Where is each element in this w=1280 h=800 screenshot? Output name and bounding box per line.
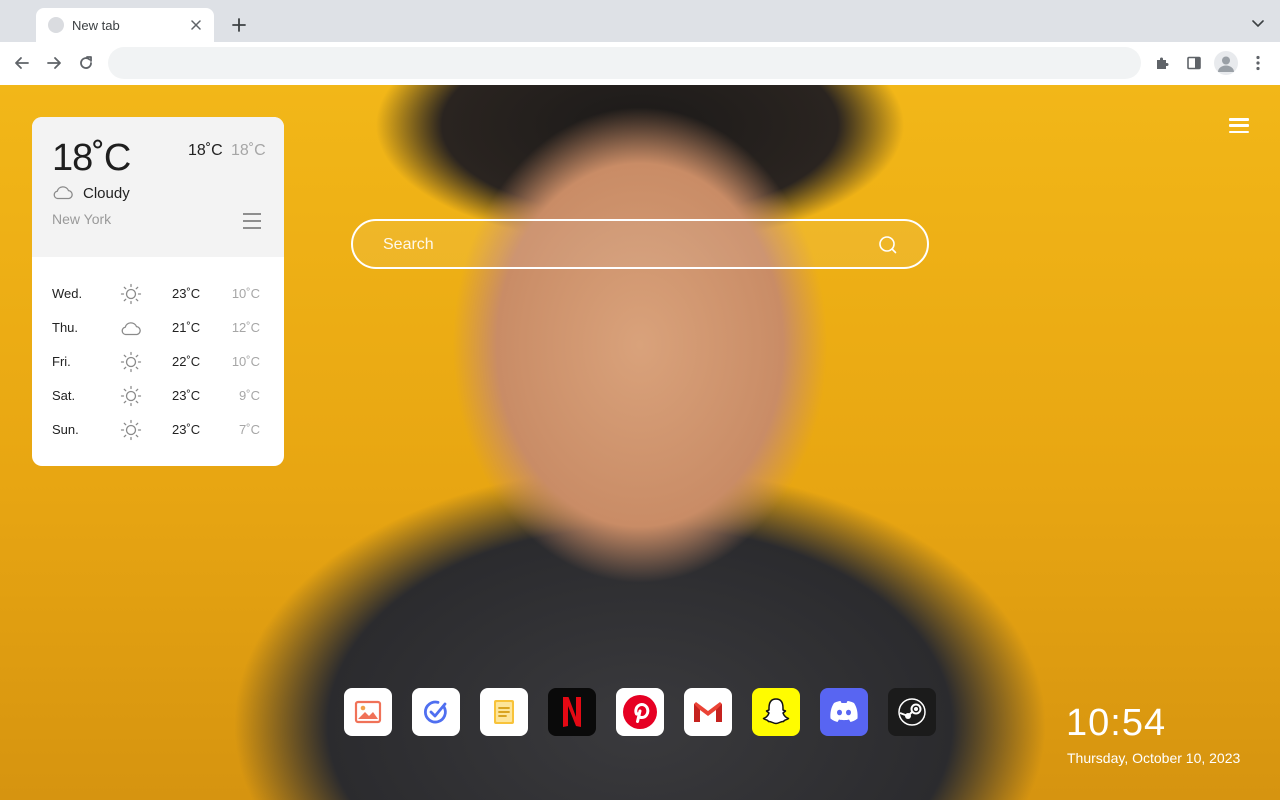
forecast-row: Fri. 22˚C 10˚C <box>32 351 284 373</box>
forecast-day: Wed. <box>52 286 83 301</box>
forecast-day: Sat. <box>52 388 76 403</box>
forward-button[interactable] <box>43 52 65 74</box>
shortcut-discord[interactable] <box>820 688 868 736</box>
note-icon <box>494 700 514 724</box>
tab-search-button[interactable] <box>1248 14 1268 34</box>
forecast-high: 23˚C <box>172 286 201 301</box>
current-temperature: 18˚C <box>52 137 131 179</box>
close-icon[interactable] <box>188 17 204 33</box>
today-high: 18˚C <box>188 142 223 159</box>
forecast-row: Wed. 23˚C 10˚C <box>32 283 284 305</box>
photo-icon <box>354 700 382 724</box>
sun-icon <box>120 283 142 305</box>
reload-button[interactable] <box>75 52 97 74</box>
shortcut-gmail[interactable] <box>684 688 732 736</box>
person-icon <box>1218 56 1234 72</box>
shortcut-steam[interactable] <box>888 688 936 736</box>
forecast-row: Sat. 23˚C 9˚C <box>32 385 284 407</box>
forecast-low: 10˚C <box>231 286 260 301</box>
plus-icon <box>232 18 246 32</box>
weather-condition: Cloudy <box>83 185 130 202</box>
side-panel-button[interactable] <box>1183 52 1205 74</box>
more-vert-icon <box>1256 55 1260 71</box>
chevron-down-icon <box>1252 20 1264 28</box>
steam-icon <box>898 698 926 726</box>
back-button[interactable] <box>11 52 33 74</box>
search-bar <box>351 219 929 269</box>
forecast-low: 9˚C <box>239 388 260 403</box>
sun-icon <box>120 351 142 373</box>
weather-widget: 18˚C 18˚C 18˚C Cloudy New York Wed. 23˚C… <box>32 117 284 466</box>
shortcut-netflix[interactable] <box>548 688 596 736</box>
gmail-icon <box>694 702 722 722</box>
clock-date: Thursday, October 10, 2023 <box>1067 750 1241 766</box>
new-tab-page: 18˚C 18˚C 18˚C Cloudy New York Wed. 23˚C… <box>0 85 1280 800</box>
check-circle-icon <box>423 700 447 724</box>
tab-strip: New tab <box>0 0 1280 42</box>
weather-city: New York <box>52 211 112 227</box>
search-input[interactable] <box>383 233 863 257</box>
shortcut-pinterest[interactable] <box>616 688 664 736</box>
netflix-icon <box>563 697 581 727</box>
forecast-low: 10˚C <box>231 354 260 369</box>
shortcut-notes[interactable] <box>480 688 528 736</box>
browser-toolbar <box>0 42 1280 85</box>
reload-icon <box>80 56 92 69</box>
arrow-left-icon <box>15 57 29 69</box>
snapchat-icon <box>762 698 790 725</box>
weather-menu-button[interactable] <box>243 213 261 229</box>
tab-title: New tab <box>72 17 120 33</box>
forecast-high: 22˚C <box>172 354 201 369</box>
new-tab-button[interactable] <box>228 14 250 36</box>
shortcut-tasks[interactable] <box>412 688 460 736</box>
profile-avatar[interactable] <box>1214 51 1238 75</box>
tab-favicon-icon <box>48 17 64 33</box>
forecast-row: Thu. 21˚C 12˚C <box>32 318 284 338</box>
forecast-day: Sun. <box>52 422 79 437</box>
shortcut-photos[interactable] <box>344 688 392 736</box>
page-menu-button[interactable] <box>1229 118 1249 133</box>
forecast-row: Sun. 23˚C 7˚C <box>32 419 284 441</box>
forecast-high: 23˚C <box>172 388 201 403</box>
address-bar[interactable] <box>108 47 1141 79</box>
forecast-low: 12˚C <box>231 320 260 335</box>
cloud-icon <box>53 186 73 200</box>
puzzle-icon <box>1157 57 1169 69</box>
side-panel-icon <box>1187 56 1201 70</box>
sun-icon <box>120 385 142 407</box>
cloud-icon <box>120 318 142 338</box>
forecast-low: 7˚C <box>239 422 260 437</box>
forecast-high: 21˚C <box>172 320 201 335</box>
forecast-day: Thu. <box>52 320 79 335</box>
pinterest-icon <box>623 695 657 729</box>
weather-current-panel: 18˚C 18˚C 18˚C Cloudy New York <box>32 117 284 257</box>
sun-icon <box>120 419 142 441</box>
arrow-right-icon <box>47 57 61 69</box>
clock-time: 10:54 <box>1066 702 1167 744</box>
today-low: 18˚C <box>231 142 266 159</box>
shortcut-snapchat[interactable] <box>752 688 800 736</box>
tab-new-tab[interactable]: New tab <box>36 8 214 42</box>
extensions-button[interactable] <box>1151 52 1173 74</box>
discord-icon <box>830 701 858 722</box>
forecast-day: Fri. <box>52 354 71 369</box>
browser-menu-button[interactable] <box>1247 52 1269 74</box>
search-icon[interactable] <box>878 235 898 255</box>
forecast-high: 23˚C <box>172 422 201 437</box>
